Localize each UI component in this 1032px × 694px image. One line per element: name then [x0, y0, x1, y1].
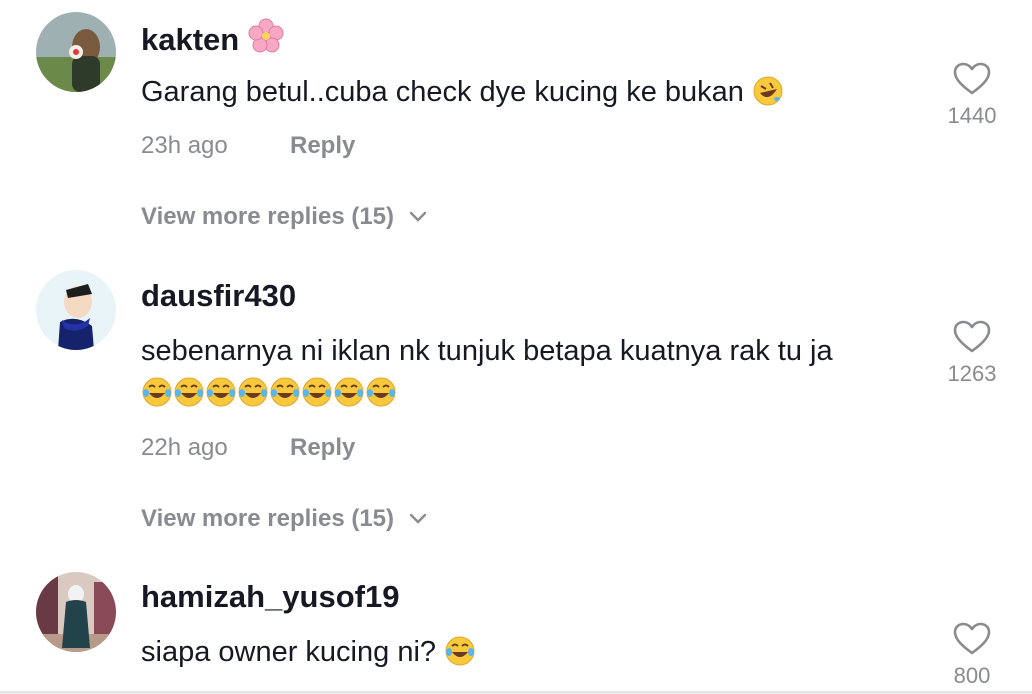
chevron-down-icon: [408, 203, 428, 231]
like-button[interactable]: 1263: [940, 320, 1004, 387]
reply-button[interactable]: Reply: [290, 132, 355, 160]
comment-text: Garang betul..cuba check dye kucing ke b…: [141, 72, 931, 119]
joy-emoji: [270, 377, 300, 407]
comment-timestamp: 22h ago: [141, 434, 228, 461]
comment-username[interactable]: kakten: [141, 18, 284, 62]
avatar[interactable]: [36, 270, 116, 350]
joy-emoji: [174, 377, 204, 407]
joy-emoji: [142, 377, 172, 407]
avatar[interactable]: [36, 12, 116, 92]
like-count: 800: [953, 663, 991, 688]
joy-emoji: [206, 377, 236, 407]
view-more-replies-button[interactable]: View more replies (15): [141, 505, 428, 533]
avatar[interactable]: [36, 572, 116, 652]
view-more-label: View more replies (15): [141, 505, 395, 532]
comment-timestamp: 23h ago: [141, 132, 228, 159]
cherry-blossom-emoji: [248, 18, 284, 62]
heart-icon: [953, 62, 991, 100]
rofl-emoji: [752, 75, 784, 119]
joy-emoji: [238, 377, 268, 407]
joy-emoji: [444, 635, 476, 679]
view-more-label: View more replies (15): [141, 203, 395, 230]
like-count: 1440: [947, 103, 997, 128]
joy-emoji: [302, 377, 332, 407]
like-button[interactable]: 1440: [940, 62, 1004, 129]
emoji-row: [141, 376, 397, 408]
like-count: 1263: [947, 361, 997, 386]
view-more-replies-button[interactable]: View more replies (15): [141, 203, 428, 231]
joy-emoji: [366, 377, 396, 407]
reply-button[interactable]: Reply: [290, 434, 355, 462]
comment-username[interactable]: dausfir430: [141, 278, 296, 314]
comment-text: siapa owner kucing ni?: [141, 632, 931, 679]
joy-emoji: [334, 377, 364, 407]
comment-text: sebenarnya ni iklan nk tunjuk betapa kua…: [141, 331, 931, 420]
heart-icon: [953, 320, 991, 358]
like-button[interactable]: 800: [940, 622, 1004, 689]
chevron-down-icon: [408, 505, 428, 533]
heart-icon: [953, 622, 991, 660]
comment-username[interactable]: hamizah_yusof19: [141, 579, 399, 615]
